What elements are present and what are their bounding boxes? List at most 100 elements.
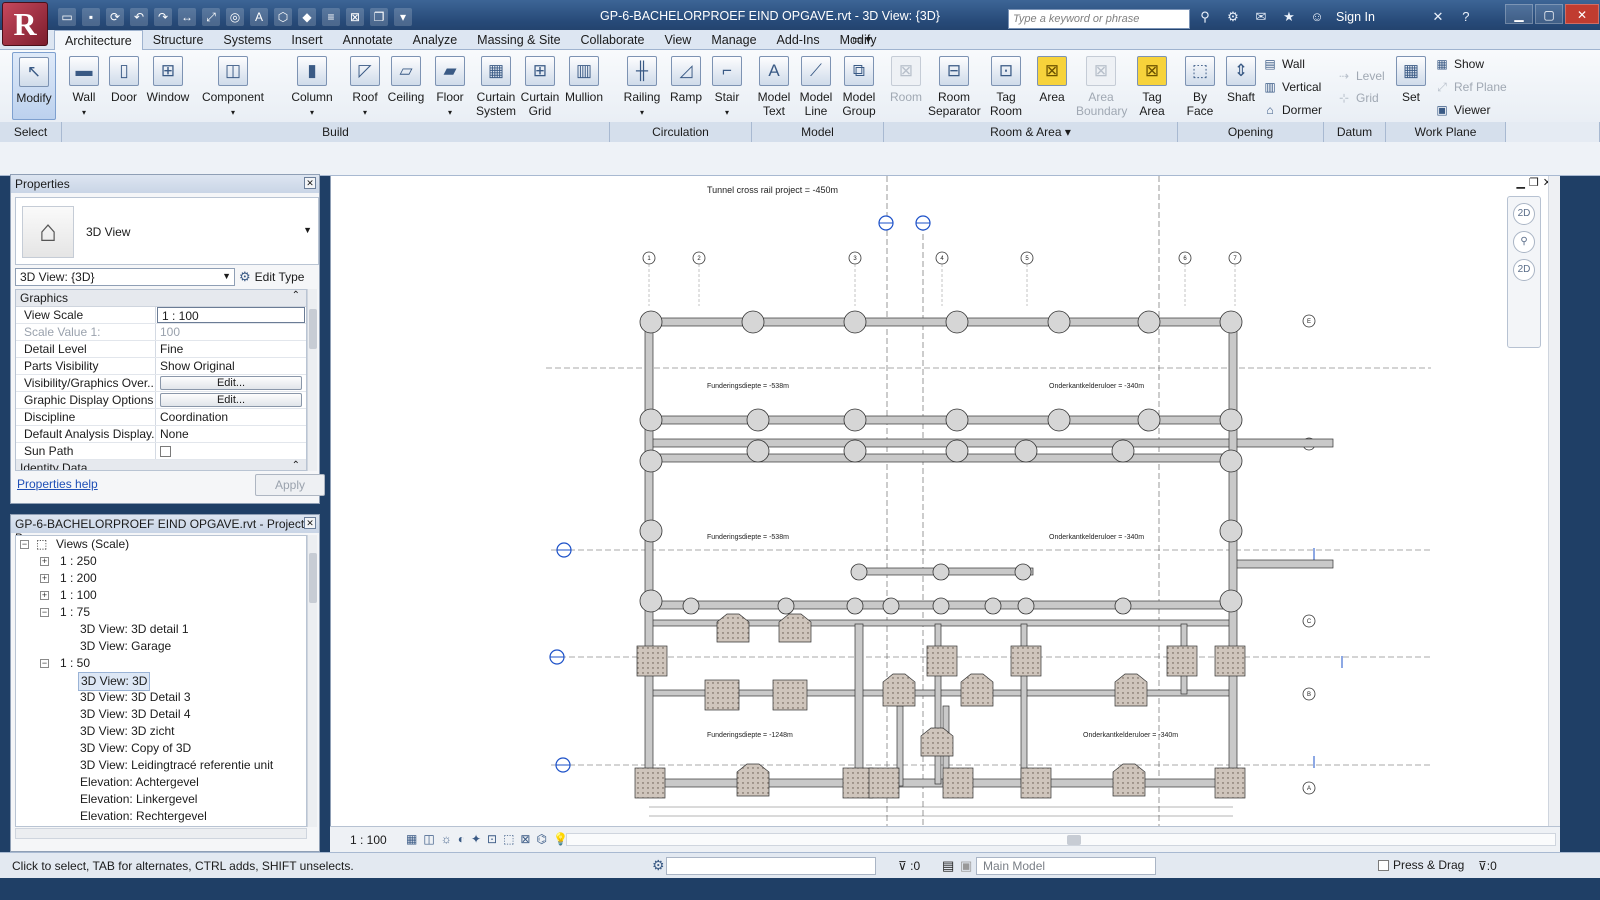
aligned-dimension-icon[interactable]: ⤢ [202, 8, 220, 26]
expand-icon[interactable]: + [40, 557, 49, 566]
undo-icon[interactable]: ↶ [130, 8, 148, 26]
design-option-dropdown[interactable]: Main Model [976, 857, 1156, 875]
tree-node-view-selected[interactable]: 3D View: 3D [16, 672, 306, 691]
collapse-icon[interactable]: − [40, 608, 49, 617]
railing-button[interactable]: ╫ Railing ▾ [620, 56, 664, 120]
restore-view-icon[interactable]: ❐ [1529, 176, 1539, 189]
chevron-down-icon[interactable]: ▼ [303, 225, 312, 235]
steering-wheel-icon[interactable]: 2D [1513, 203, 1535, 225]
contextual-toggle-icon[interactable]: ▭ ▾ [852, 33, 871, 46]
maximize-icon[interactable]: ▢ [1535, 4, 1563, 24]
level-button[interactable]: ⇢ Level [1336, 68, 1385, 84]
tab-insert[interactable]: Insert [281, 30, 332, 50]
minimize-icon[interactable]: ▁ [1505, 4, 1533, 24]
tree-node-scale[interactable]: − 1 : 50 [16, 655, 306, 672]
sync-icon[interactable]: ⟳ [106, 8, 124, 26]
tab-analyze[interactable]: Analyze [403, 30, 467, 50]
show-workplane-button[interactable]: ▦ Show [1434, 56, 1484, 72]
ramp-button[interactable]: ◿ Ramp [666, 56, 706, 104]
expand-icon[interactable]: + [40, 591, 49, 600]
collapse-icon[interactable]: ⌃ [292, 460, 300, 470]
room-button[interactable]: ⊠ Room [886, 56, 926, 104]
application-menu-button[interactable]: R [2, 2, 48, 46]
viewer-button[interactable]: ▣ Viewer [1434, 102, 1490, 118]
roof-button[interactable]: ◸ Roof ▾ [346, 56, 384, 120]
tree-node-view[interactable]: Elevation: Achtergevel [16, 774, 306, 791]
help-icon[interactable]: ? [1457, 8, 1475, 26]
wall-button[interactable]: ▬ Wall ▾ [64, 56, 104, 120]
tree-node-view[interactable]: 3D View: Leidingtracé referentie unit [16, 757, 306, 774]
selection-filter[interactable]: ⊽:0 [1478, 859, 1497, 873]
parts-visibility-value[interactable]: Show Original [156, 358, 306, 374]
view-scale[interactable]: 1 : 100 [350, 833, 387, 847]
crop-view-icon[interactable]: ⊡ [487, 832, 497, 846]
drawing-vscrollbar[interactable] [1548, 176, 1560, 826]
scroll-thumb[interactable] [309, 553, 317, 603]
press-drag-toggle[interactable]: Press & Drag [1378, 858, 1464, 872]
by-face-button[interactable]: ⬚ By Face [1180, 56, 1220, 118]
browser-scrollbar[interactable] [307, 535, 317, 827]
instance-filter-dropdown[interactable]: 3D View: {3D} ▼ [15, 268, 235, 286]
graphic-display-edit-button[interactable]: Edit... [160, 393, 302, 407]
wall-opening-button[interactable]: ▤ Wall [1262, 56, 1305, 72]
group-identity-data[interactable]: Identity Data ⌃ [16, 460, 306, 470]
tree-node-view[interactable]: 3D View: Copy of 3D [16, 740, 306, 757]
model-group-button[interactable]: ⧉ Model Group [838, 56, 880, 118]
tree-node-scale[interactable]: +1 : 100 [16, 587, 306, 604]
browser-hscrollbar[interactable] [15, 828, 307, 839]
column-button[interactable]: ▮ Column ▾ [284, 56, 340, 120]
lock-view-icon[interactable]: ⊠ [520, 832, 530, 846]
worksets-icon[interactable]: ⚙ [652, 857, 665, 874]
minimize-view-icon[interactable]: ▁ [1516, 176, 1524, 189]
detail-level-value[interactable]: Fine [156, 341, 306, 357]
discipline-value[interactable]: Coordination [156, 409, 306, 425]
sun-path-checkbox[interactable] [160, 446, 171, 457]
tree-node-view[interactable]: 3D View: 3D Detail 3 [16, 689, 306, 706]
analysis-display-value[interactable]: None [156, 426, 306, 442]
tree-node-view[interactable]: 3D View: 3D zicht [16, 723, 306, 740]
ceiling-button[interactable]: ▱ Ceiling [386, 56, 426, 104]
close-icon[interactable]: ✕ [304, 517, 316, 529]
design-options-icon[interactable]: ▤ [942, 858, 954, 874]
dormer-button[interactable]: ⌂ Dormer [1262, 102, 1322, 118]
scroll-thumb[interactable] [1067, 835, 1081, 845]
expand-icon[interactable]: + [40, 574, 49, 583]
drawing-area[interactable]: ▁ ❐ ✕ Tunnel cross rail project = -450m [330, 176, 1560, 826]
customize-qat-icon[interactable]: ▾ [394, 8, 412, 26]
rendering-icon[interactable]: ✦ [471, 832, 481, 846]
model-text-button[interactable]: A Model Text [754, 56, 794, 118]
edit-type-button[interactable]: ⚙ Edit Type [239, 267, 304, 287]
tree-node-view[interactable]: 3D View: 3D detail 1 [16, 621, 306, 638]
binoculars-icon[interactable]: ⚲ [1196, 8, 1214, 26]
tab-systems[interactable]: Systems [213, 30, 281, 50]
tree-node-view[interactable]: Elevation: Rechtergevel [16, 808, 306, 825]
search-input[interactable]: Type a keyword or phrase [1008, 9, 1190, 29]
mullion-button[interactable]: ▥ Mullion [562, 56, 606, 104]
tree-node-scale[interactable]: − 1 : 75 [16, 604, 306, 621]
collapse-icon[interactable]: − [20, 540, 29, 549]
tree-node-views[interactable]: − ⬚ Views (Scale) [16, 536, 306, 553]
detail-level-icon[interactable]: ▦ [406, 832, 417, 846]
3d-view-icon[interactable]: ⬡ [274, 8, 292, 26]
sun-path-icon[interactable]: ☼ [441, 832, 452, 846]
drawing-hscrollbar[interactable] [566, 833, 1556, 846]
set-workplane-button[interactable]: ▦ Set [1394, 56, 1428, 104]
switch-windows-icon[interactable]: ❐ [370, 8, 388, 26]
group-graphics[interactable]: Graphics ⌃ [16, 290, 306, 307]
properties-scrollbar[interactable] [307, 289, 317, 471]
measure-icon[interactable]: ↔ [178, 8, 196, 26]
group-select[interactable]: Select [0, 122, 62, 142]
section-markers[interactable] [549, 215, 931, 773]
shadows-icon[interactable]: ◐ [458, 832, 465, 846]
modify-button[interactable]: ↖ Modify [12, 52, 56, 120]
sign-in-link[interactable]: Sign In [1336, 10, 1375, 24]
properties-help-link[interactable]: Properties help [17, 477, 98, 491]
press-drag-checkbox[interactable] [1378, 859, 1389, 871]
stair-button[interactable]: ⌐ Stair ▾ [708, 56, 746, 120]
subscription-icon[interactable]: ⚙ [1224, 8, 1242, 26]
door-button[interactable]: ▯ Door [106, 56, 142, 104]
type-selector[interactable]: ⌂ 3D View ▼ [15, 197, 319, 265]
tab-architecture[interactable]: Architecture [54, 30, 143, 50]
show-crop-icon[interactable]: ⬚ [503, 832, 514, 846]
tab-manage[interactable]: Manage [701, 30, 766, 50]
